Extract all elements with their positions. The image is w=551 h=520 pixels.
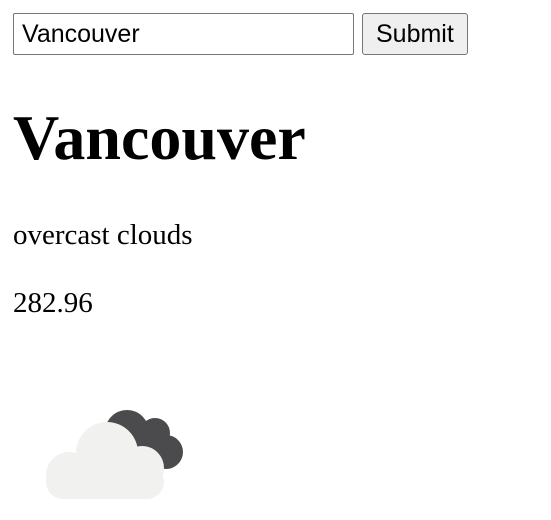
city-search-input[interactable] [13, 13, 354, 55]
city-name-heading: Vancouver [13, 102, 306, 173]
submit-button[interactable]: Submit [362, 13, 468, 55]
search-form: Submit [13, 13, 468, 55]
temperature-value: 282.96 [13, 287, 93, 319]
weather-description: overcast clouds [13, 219, 193, 251]
overcast-clouds-icon [40, 395, 190, 505]
